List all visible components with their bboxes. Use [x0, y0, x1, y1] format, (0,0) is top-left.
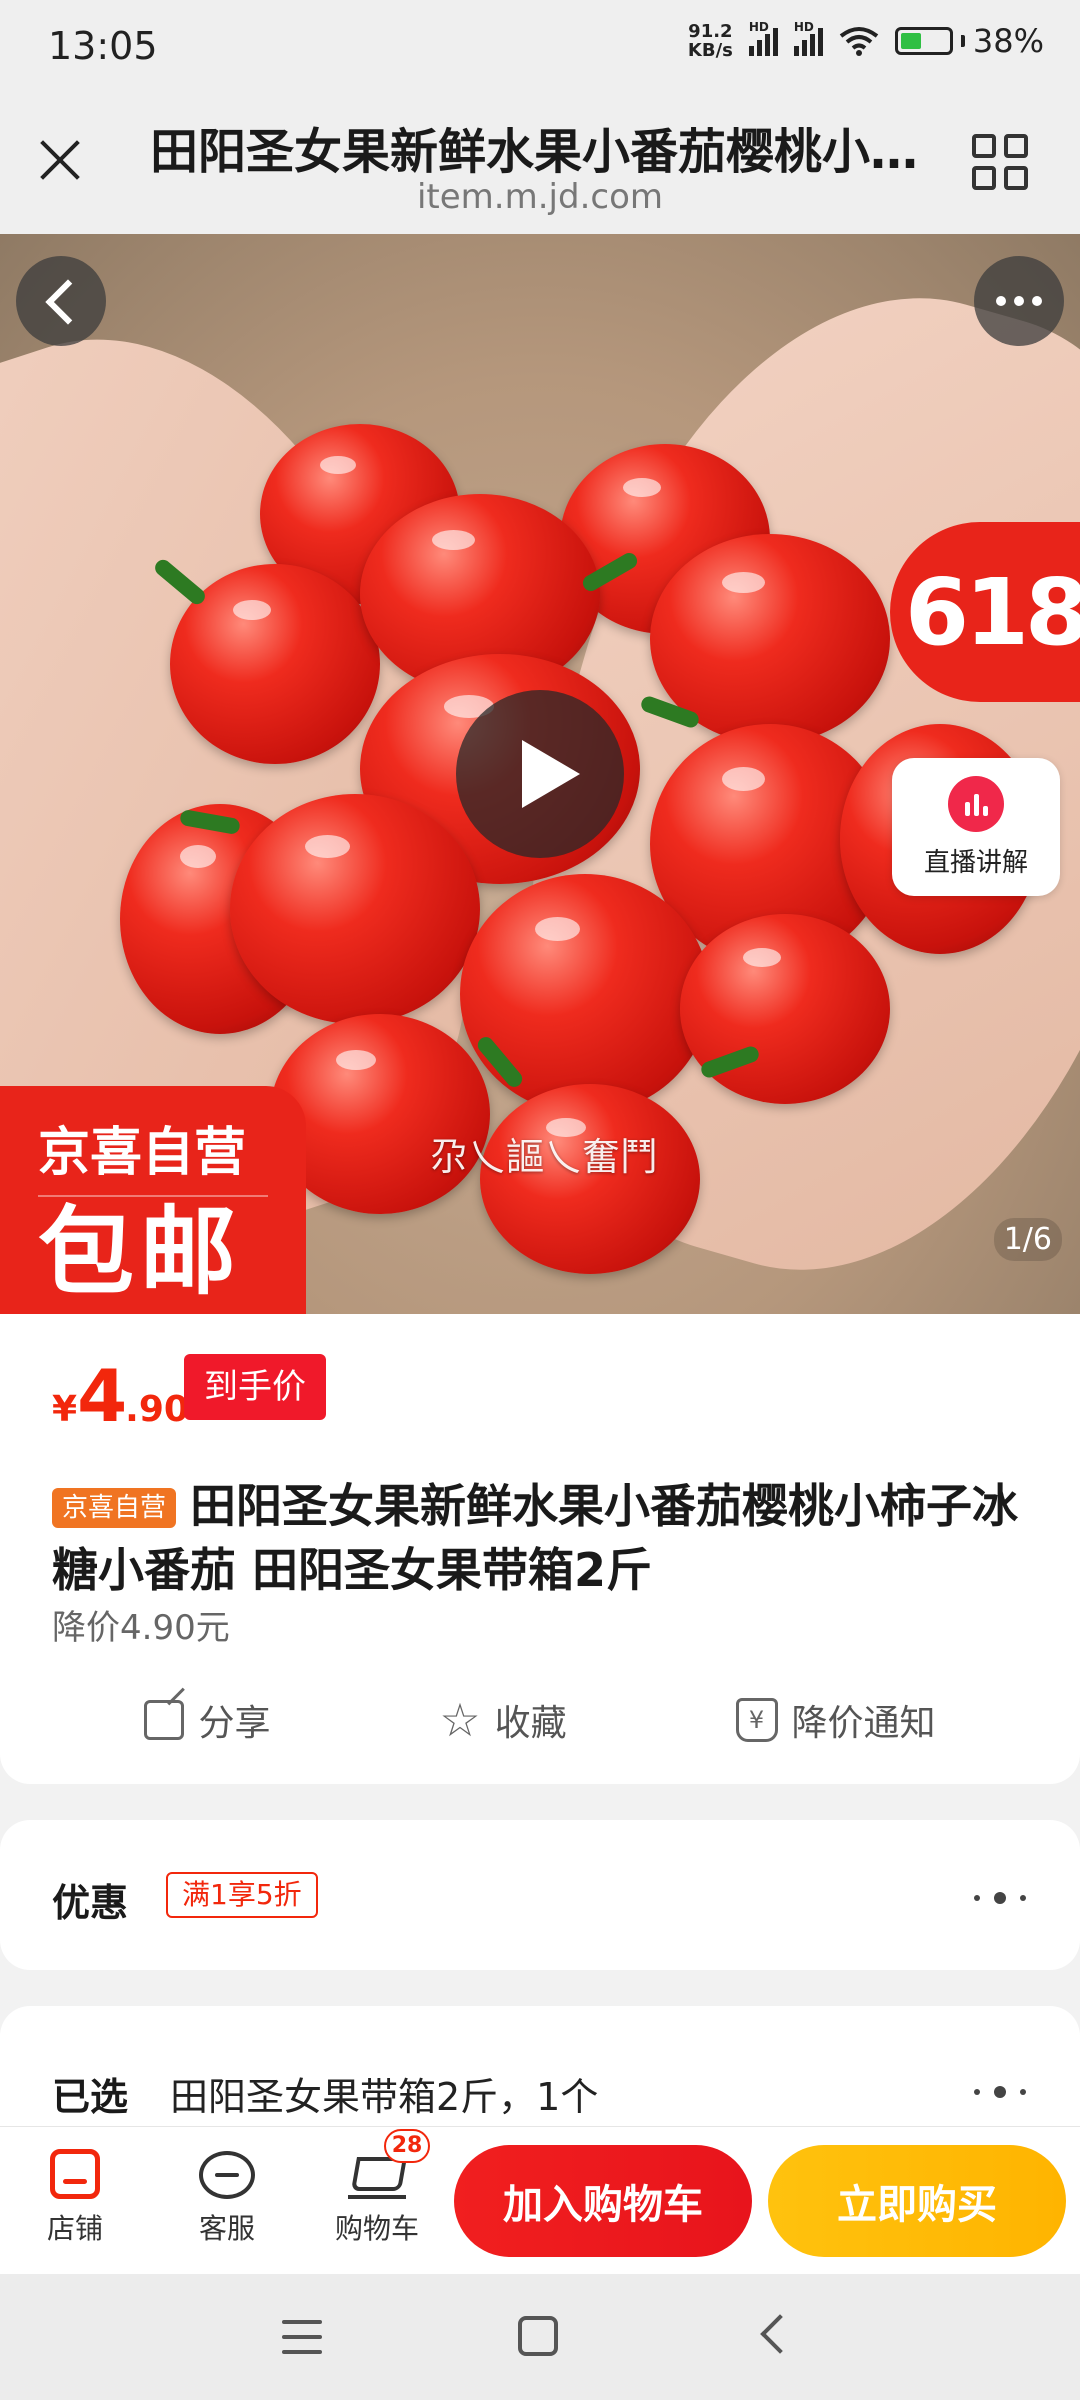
play-video-icon[interactable] [456, 690, 624, 858]
customer-service-label: 客服 [198, 2212, 255, 2245]
price-reduction-text: 降价4.90元 [52, 1608, 230, 1648]
price: ¥ 4 .90 [52, 1354, 189, 1438]
product-image[interactable]: 618 直播讲解 京喜自营 包邮 尕乀謳乀奮鬥 1/6 [0, 234, 1080, 1314]
page-title: 田阳圣女果新鲜水果小番茄樱桃小柿子冰糖小番茄 田阳圣女果带箱2斤 [150, 124, 930, 180]
self-operated-free-shipping-tag: 京喜自营 包邮 [0, 1086, 306, 1314]
shop-tab[interactable]: 店铺 [20, 2137, 130, 2247]
more-dots-icon[interactable] [974, 2086, 1026, 2098]
bottom-action-bar: 店铺 客服 28 购物车 加入购物车 立即购买 [0, 2126, 1080, 2274]
price-symbol: ¥ [52, 1389, 78, 1430]
share-button[interactable]: 分享 [144, 1694, 270, 1746]
grid-menu-icon[interactable] [972, 134, 1028, 190]
add-to-cart-button[interactable]: 加入购物车 [454, 2145, 752, 2257]
favorite-button[interactable]: ☆ 收藏 [439, 1694, 566, 1746]
shop-label: 店铺 [46, 2212, 103, 2245]
product-actions: 分享 ☆ 收藏 ¥ 降价通知 [0, 1694, 1080, 1746]
promo-618-badge[interactable]: 618 [890, 522, 1080, 702]
product-info-card: ¥ 4 .90 到手价 京喜自营 田阳圣女果新鲜水果小番茄樱桃小柿子冰糖小番茄 田… [0, 1314, 1080, 1784]
status-bar: 13:05 91.2 KB/s HD HD 38% [0, 0, 1080, 92]
share-icon [144, 1700, 185, 1740]
network-speed-unit: KB/s [687, 40, 733, 61]
live-explain-label: 直播讲解 [923, 847, 1028, 878]
image-watermark: 尕乀謳乀奮鬥 [430, 1135, 659, 1179]
back-icon[interactable] [16, 256, 106, 346]
discount-label: 优惠 [52, 1881, 129, 1925]
price-alert-button[interactable]: ¥ 降价通知 [735, 1694, 936, 1746]
jx-tag-bottom: 包邮 [38, 1196, 242, 1308]
final-price-tag: 到手价 [184, 1354, 326, 1420]
wifi-icon [839, 27, 879, 56]
more-dots-icon[interactable] [974, 1892, 1026, 1904]
browser-header: 田阳圣女果新鲜水果小番茄樱桃小柿子冰糖小番茄 田阳圣女果带箱2斤 item.m.… [0, 92, 1080, 234]
hd-label-1: HD [748, 20, 769, 34]
signal-1-icon: HD [748, 20, 778, 56]
star-icon: ☆ [439, 1693, 481, 1747]
system-back-icon[interactable] [760, 2314, 800, 2354]
cart-count-badge: 28 [384, 2129, 430, 2163]
cart-tab[interactable]: 28 购物车 [322, 2129, 432, 2247]
discount-tag: 满1享5折 [166, 1872, 318, 1918]
selected-label: 已选 [52, 2075, 129, 2119]
shop-icon [50, 2149, 100, 2199]
price-decimal: .90 [125, 1389, 189, 1430]
live-explain-button[interactable]: 直播讲解 [892, 758, 1060, 896]
battery-icon: 38% [894, 22, 1044, 60]
share-label: 分享 [198, 1703, 271, 1744]
close-icon[interactable] [30, 130, 90, 190]
network-speed: 91.2 KB/s [688, 22, 733, 60]
network-speed-value: 91.2 [688, 21, 733, 42]
product-title: 京喜自营 田阳圣女果新鲜水果小番茄樱桃小柿子冰糖小番茄 田阳圣女果带箱2斤 [52, 1474, 1032, 1602]
battery-level: 38% [972, 22, 1044, 60]
buy-now-button[interactable]: 立即购买 [768, 2145, 1066, 2257]
status-time: 13:05 [48, 24, 158, 68]
live-icon [948, 775, 1004, 832]
status-icons: 91.2 KB/s HD HD 38% [688, 20, 1044, 60]
selected-value: 田阳圣女果带箱2斤，1个 [170, 2075, 599, 2119]
home-icon[interactable] [518, 2316, 558, 2356]
customer-service-icon [199, 2151, 255, 2199]
image-counter: 1/6 [993, 1218, 1062, 1261]
price-integer: 4 [77, 1354, 127, 1438]
price-alert-label: 降价通知 [791, 1703, 936, 1744]
customer-service-tab[interactable]: 客服 [172, 2137, 282, 2247]
cart-label: 购物车 [334, 2212, 419, 2245]
price-alert-icon: ¥ [735, 1698, 778, 1742]
signal-2-icon: HD [793, 20, 823, 56]
product-title-text: 田阳圣女果新鲜水果小番茄樱桃小柿子冰糖小番茄 田阳圣女果带箱2斤 [52, 1479, 1019, 1597]
hd-label-2: HD [793, 20, 814, 34]
recent-apps-icon[interactable] [282, 2320, 322, 2354]
page-url: item.m.jd.com [416, 177, 663, 217]
system-nav-bar [0, 2274, 1080, 2400]
more-icon[interactable] [974, 256, 1064, 346]
favorite-label: 收藏 [494, 1703, 567, 1744]
self-operated-tag: 京喜自营 [52, 1488, 177, 1528]
discount-row[interactable]: 优惠 满1享5折 [0, 1820, 1080, 1970]
jx-tag-top: 京喜自营 [38, 1110, 268, 1197]
